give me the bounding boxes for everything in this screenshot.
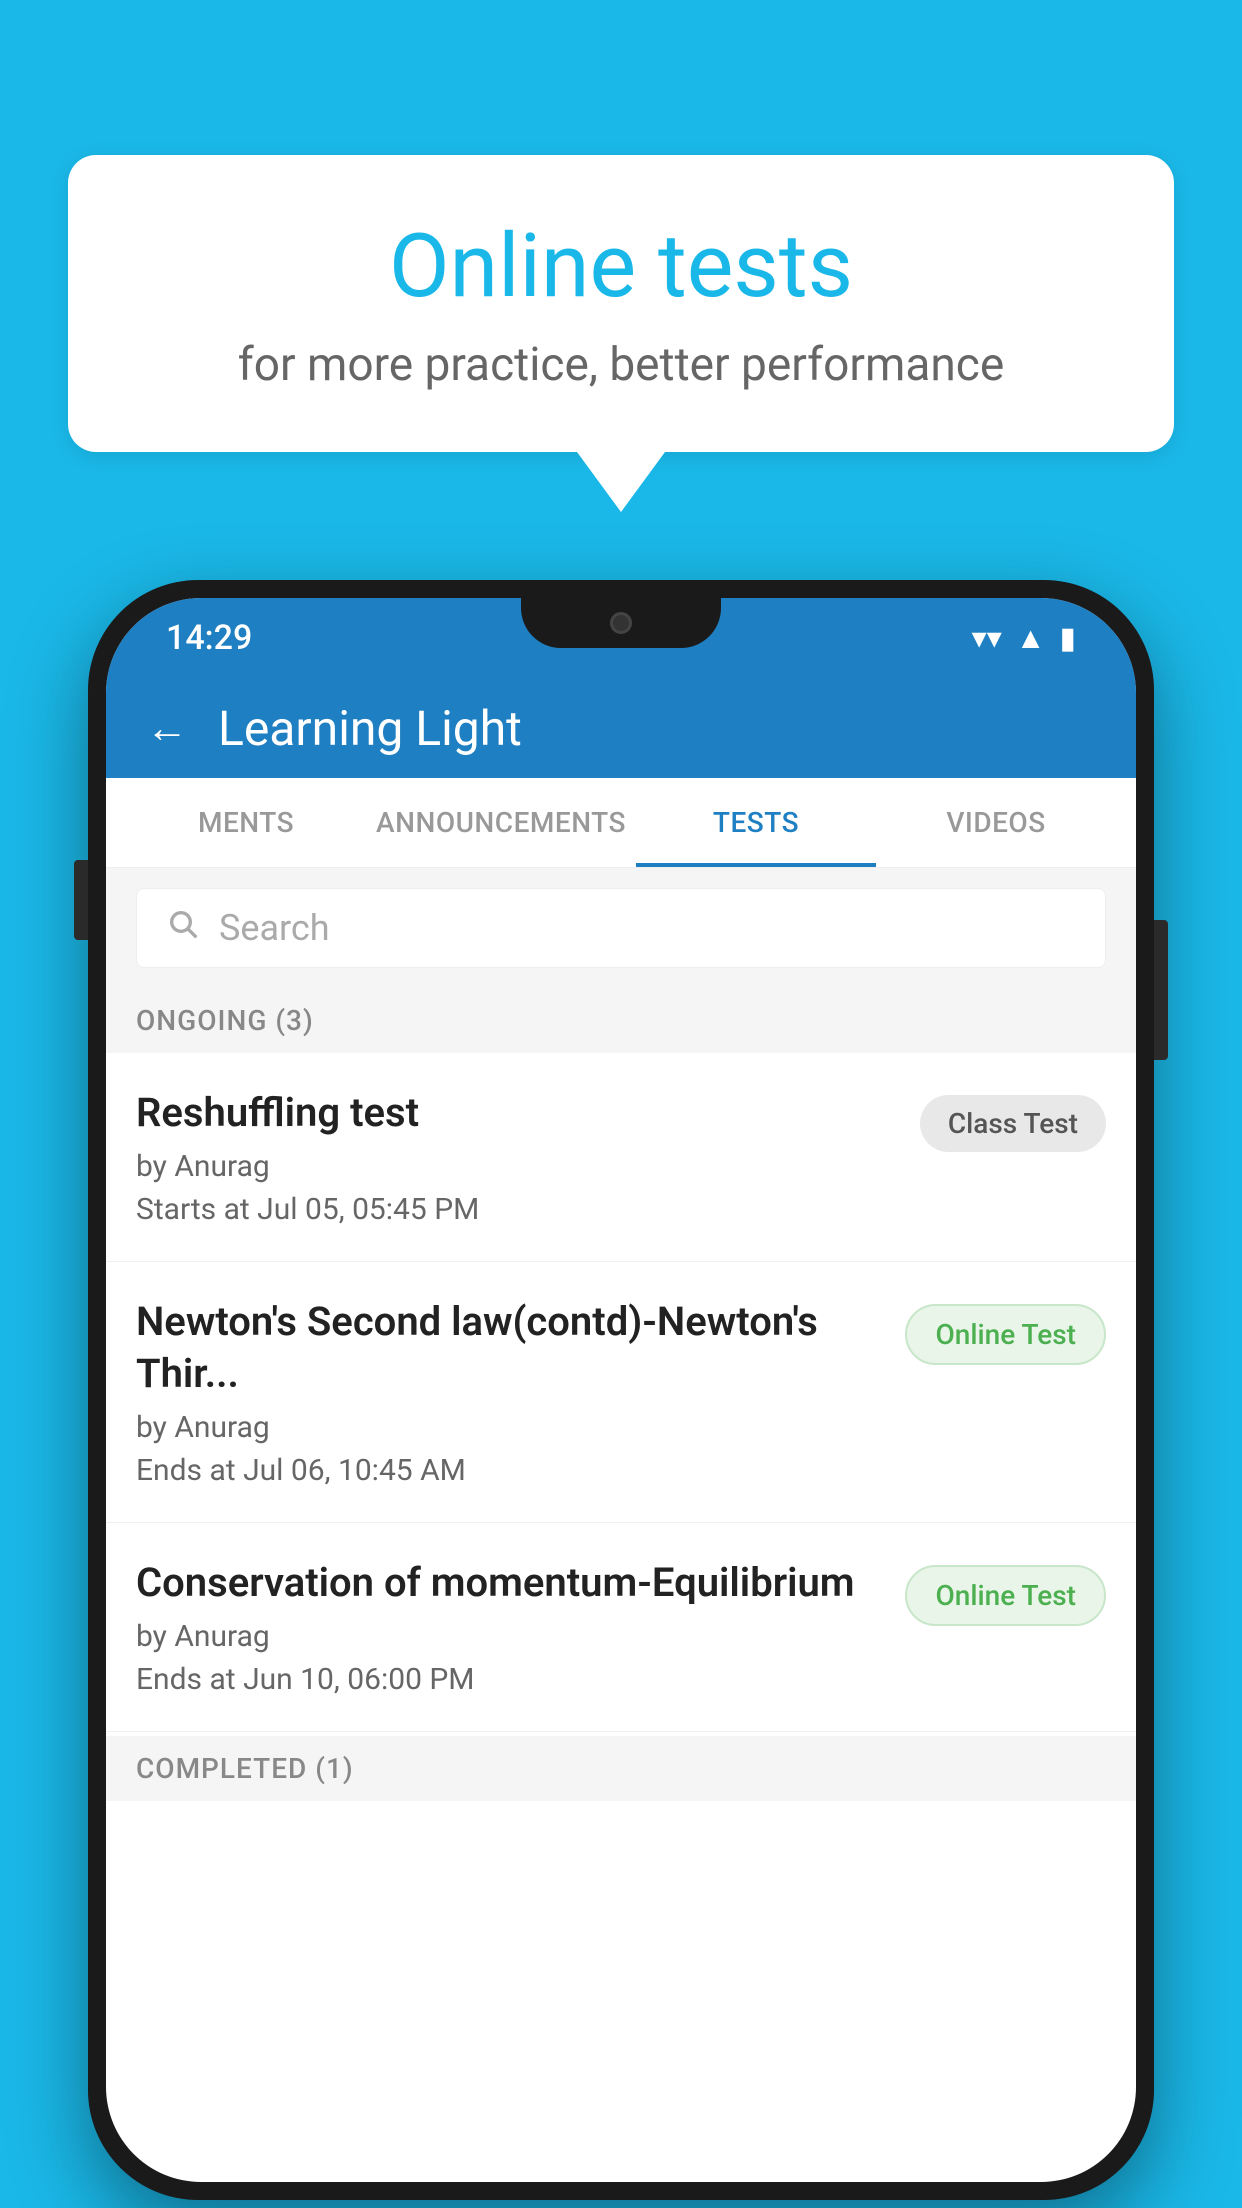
ongoing-section-header: ONGOING (3) bbox=[106, 988, 1136, 1053]
status-time: 14:29 bbox=[166, 618, 252, 658]
test-author: by Anurag bbox=[136, 1410, 885, 1445]
ongoing-label: ONGOING (3) bbox=[136, 1004, 314, 1037]
status-icons: ▾▾ ▲ ▮ bbox=[972, 621, 1076, 656]
test-name: Reshuffling test bbox=[136, 1087, 900, 1139]
test-item[interactable]: Newton's Second law(contd)-Newton's Thir… bbox=[106, 1262, 1136, 1523]
test-name: Newton's Second law(contd)-Newton's Thir… bbox=[136, 1296, 885, 1400]
search-container: Search bbox=[106, 868, 1136, 988]
search-bar[interactable]: Search bbox=[136, 888, 1106, 968]
test-name: Conservation of momentum-Equilibrium bbox=[136, 1557, 885, 1609]
test-list: Reshuffling test by Anurag Starts at Jul… bbox=[106, 1053, 1136, 1732]
test-info: Reshuffling test by Anurag Starts at Jul… bbox=[136, 1087, 900, 1227]
speech-bubble-container: Online tests for more practice, better p… bbox=[68, 155, 1174, 512]
battery-icon: ▮ bbox=[1059, 621, 1076, 656]
test-time: Starts at Jul 05, 05:45 PM bbox=[136, 1192, 900, 1227]
test-time: Ends at Jun 10, 06:00 PM bbox=[136, 1662, 885, 1697]
notch bbox=[521, 598, 721, 648]
signal-icon: ▲ bbox=[1016, 621, 1046, 656]
status-bar: 14:29 ▾▾ ▲ ▮ bbox=[106, 598, 1136, 678]
test-author: by Anurag bbox=[136, 1149, 900, 1184]
camera bbox=[610, 612, 632, 634]
test-info: Conservation of momentum-Equilibrium by … bbox=[136, 1557, 885, 1697]
speech-bubble-subtitle: for more practice, better performance bbox=[148, 338, 1094, 392]
phone-mockup: 14:29 ▾▾ ▲ ▮ ← Learning Light MENTS bbox=[88, 580, 1154, 2200]
wifi-icon: ▾▾ bbox=[972, 621, 1002, 656]
test-author: by Anurag bbox=[136, 1619, 885, 1654]
completed-label: COMPLETED (1) bbox=[136, 1752, 354, 1785]
app-header: ← Learning Light bbox=[106, 678, 1136, 778]
test-badge-class: Class Test bbox=[920, 1095, 1106, 1152]
speech-bubble-title: Online tests bbox=[148, 215, 1094, 318]
search-input[interactable]: Search bbox=[219, 907, 330, 949]
tab-videos[interactable]: VIDEOS bbox=[876, 778, 1116, 867]
speech-bubble: Online tests for more practice, better p… bbox=[68, 155, 1174, 452]
tab-ments[interactable]: MENTS bbox=[126, 778, 366, 867]
test-item[interactable]: Reshuffling test by Anurag Starts at Jul… bbox=[106, 1053, 1136, 1262]
speech-bubble-arrow bbox=[577, 452, 665, 512]
search-icon bbox=[167, 907, 199, 949]
tab-tests[interactable]: TESTS bbox=[636, 778, 876, 867]
phone-screen: 14:29 ▾▾ ▲ ▮ ← Learning Light MENTS bbox=[106, 598, 1136, 2182]
tab-announcements[interactable]: ANNOUNCEMENTS bbox=[366, 778, 636, 867]
back-button[interactable]: ← bbox=[146, 704, 188, 753]
test-time: Ends at Jul 06, 10:45 AM bbox=[136, 1453, 885, 1488]
test-badge-online: Online Test bbox=[905, 1304, 1106, 1365]
test-badge-online: Online Test bbox=[905, 1565, 1106, 1626]
completed-section: COMPLETED (1) bbox=[106, 1736, 1136, 1801]
test-info: Newton's Second law(contd)-Newton's Thir… bbox=[136, 1296, 885, 1488]
app-title: Learning Light bbox=[218, 700, 522, 757]
phone-outer: 14:29 ▾▾ ▲ ▮ ← Learning Light MENTS bbox=[88, 580, 1154, 2200]
tabs-bar: MENTS ANNOUNCEMENTS TESTS VIDEOS bbox=[106, 778, 1136, 868]
test-item[interactable]: Conservation of momentum-Equilibrium by … bbox=[106, 1523, 1136, 1732]
